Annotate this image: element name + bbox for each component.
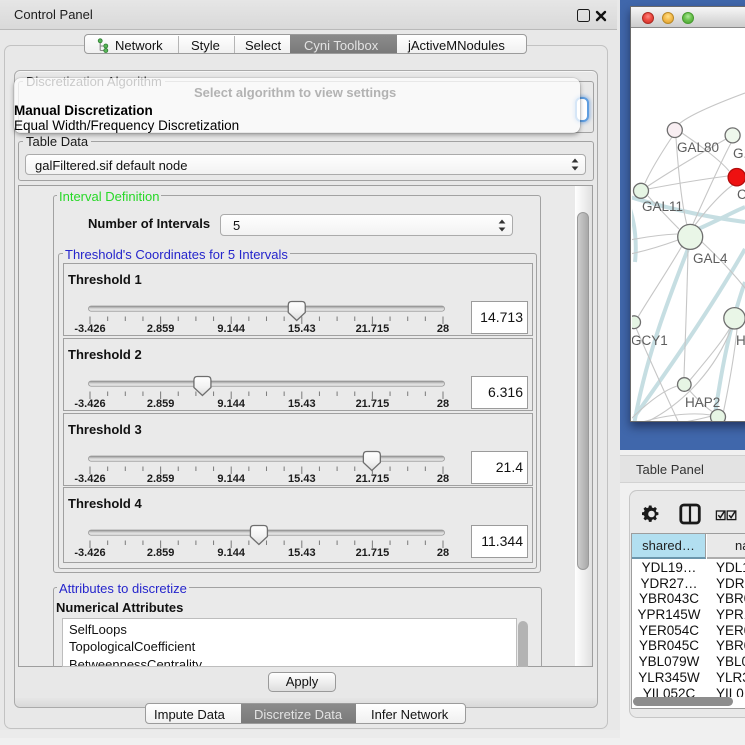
svg-text:15.43: 15.43	[288, 473, 316, 485]
svg-text:GCY1: GCY1	[632, 333, 668, 348]
svg-text:9.144: 9.144	[217, 473, 245, 485]
svg-text:21.715: 21.715	[356, 323, 390, 335]
svg-text:9.144: 9.144	[217, 398, 245, 410]
svg-text:9.144: 9.144	[217, 323, 245, 335]
svg-text:28: 28	[437, 398, 449, 410]
svg-text:GAL4: GAL4	[693, 251, 728, 266]
svg-text:28: 28	[437, 473, 449, 485]
svg-text:H: H	[736, 333, 745, 348]
svg-text:-3.426: -3.426	[74, 398, 105, 410]
svg-text:HAP2: HAP2	[685, 395, 720, 410]
svg-text:21.715: 21.715	[356, 547, 390, 559]
svg-text:28: 28	[437, 323, 449, 335]
svg-text:2.859: 2.859	[147, 473, 175, 485]
svg-text:21.715: 21.715	[356, 473, 390, 485]
svg-text:-3.426: -3.426	[74, 323, 105, 335]
svg-text:G.: G.	[733, 146, 745, 161]
svg-text:GAL11: GAL11	[642, 199, 683, 214]
svg-text:15.43: 15.43	[288, 323, 316, 335]
svg-text:28: 28	[437, 547, 449, 559]
svg-text:21.715: 21.715	[356, 398, 390, 410]
svg-text:-3.426: -3.426	[74, 547, 105, 559]
svg-text:GAL80: GAL80	[677, 140, 719, 155]
svg-text:-3.426: -3.426	[74, 473, 105, 485]
svg-text:2.859: 2.859	[147, 547, 175, 559]
svg-text:9.144: 9.144	[217, 547, 245, 559]
svg-text:2.859: 2.859	[147, 323, 175, 335]
svg-text:C: C	[737, 187, 745, 202]
svg-text:2.859: 2.859	[147, 398, 175, 410]
svg-text:15.43: 15.43	[288, 398, 316, 410]
svg-text:15.43: 15.43	[288, 547, 316, 559]
